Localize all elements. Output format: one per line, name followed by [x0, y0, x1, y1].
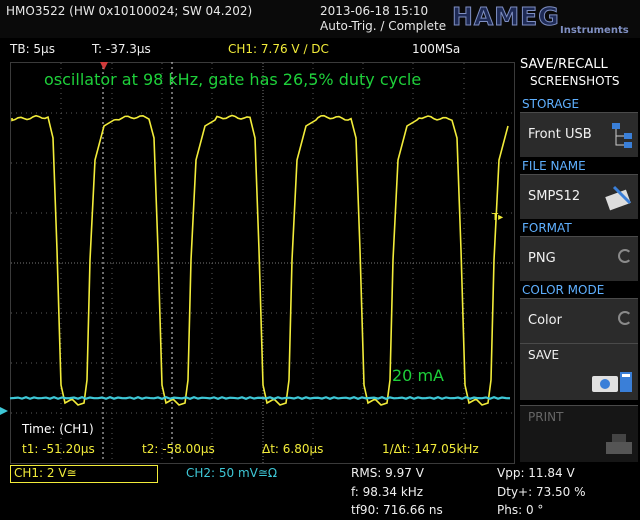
filename-value: SMPS12	[528, 189, 581, 204]
trigger-position-marker	[100, 62, 108, 70]
cursor-t1-value: t1: -51.20µs	[22, 442, 95, 456]
filename-heading: FILE NAME	[522, 159, 586, 173]
format-button[interactable]: PNG	[520, 236, 638, 281]
meas-vpp: Vpp: 11.84 V	[497, 466, 575, 480]
ch1-trace	[11, 114, 509, 406]
rotary-icon	[618, 311, 632, 325]
meas-phase: Phs: 0 °	[497, 503, 544, 517]
menu-title: SAVE/RECALL	[520, 57, 608, 72]
cursor-t2-value: t2: -58.00µs	[142, 442, 215, 456]
meas-freq: f: 98.34 kHz	[351, 485, 424, 499]
filename-button[interactable]: SMPS12	[520, 174, 638, 219]
print-button[interactable]: PRINT	[520, 405, 638, 462]
cursor-dt-value: Δt: 6.80µs	[262, 442, 324, 456]
camera-save-icon	[592, 372, 632, 392]
ch1-setting[interactable]: CH1: 2 V≅	[14, 466, 77, 480]
ch2-trace	[9, 396, 511, 400]
annotation-top: oscillator at 98 kHz, gate has 26,5% dut…	[44, 70, 422, 89]
usb-tree-icon	[612, 123, 632, 148]
save-label: SAVE	[528, 348, 560, 362]
meas-rms: RMS: 9.97 V	[351, 466, 424, 480]
keyboard-pen-icon	[605, 185, 632, 211]
annotation-current: 20 mA	[392, 366, 444, 385]
print-label: PRINT	[528, 410, 564, 424]
format-heading: FORMAT	[522, 221, 572, 235]
colormode-value: Color	[528, 313, 562, 328]
meas-duty: Dty+: 73.50 %	[497, 485, 586, 499]
rotary-icon	[618, 249, 632, 263]
format-value: PNG	[528, 251, 556, 266]
printer-icon	[606, 434, 632, 454]
ch2-setting[interactable]: CH2: 50 mV≅Ω	[186, 466, 277, 480]
trigger-level-marker: T▸	[492, 212, 504, 223]
save-button[interactable]: SAVE	[520, 343, 638, 400]
colormode-heading: COLOR MODE	[522, 283, 605, 297]
menu-subtitle: SCREENSHOTS	[530, 74, 620, 88]
meas-tf90: tf90: 716.66 ns	[351, 503, 443, 517]
cursor-invdt-value: 1/Δt: 147.05kHz	[382, 442, 479, 456]
storage-value: Front USB	[528, 127, 592, 142]
cursor-time-label: Time: (CH1)	[22, 422, 94, 436]
colormode-button[interactable]: Color	[520, 298, 638, 343]
storage-button[interactable]: Front USB	[520, 112, 638, 157]
ch2-ground-marker	[0, 407, 8, 415]
storage-heading: STORAGE	[522, 97, 580, 111]
